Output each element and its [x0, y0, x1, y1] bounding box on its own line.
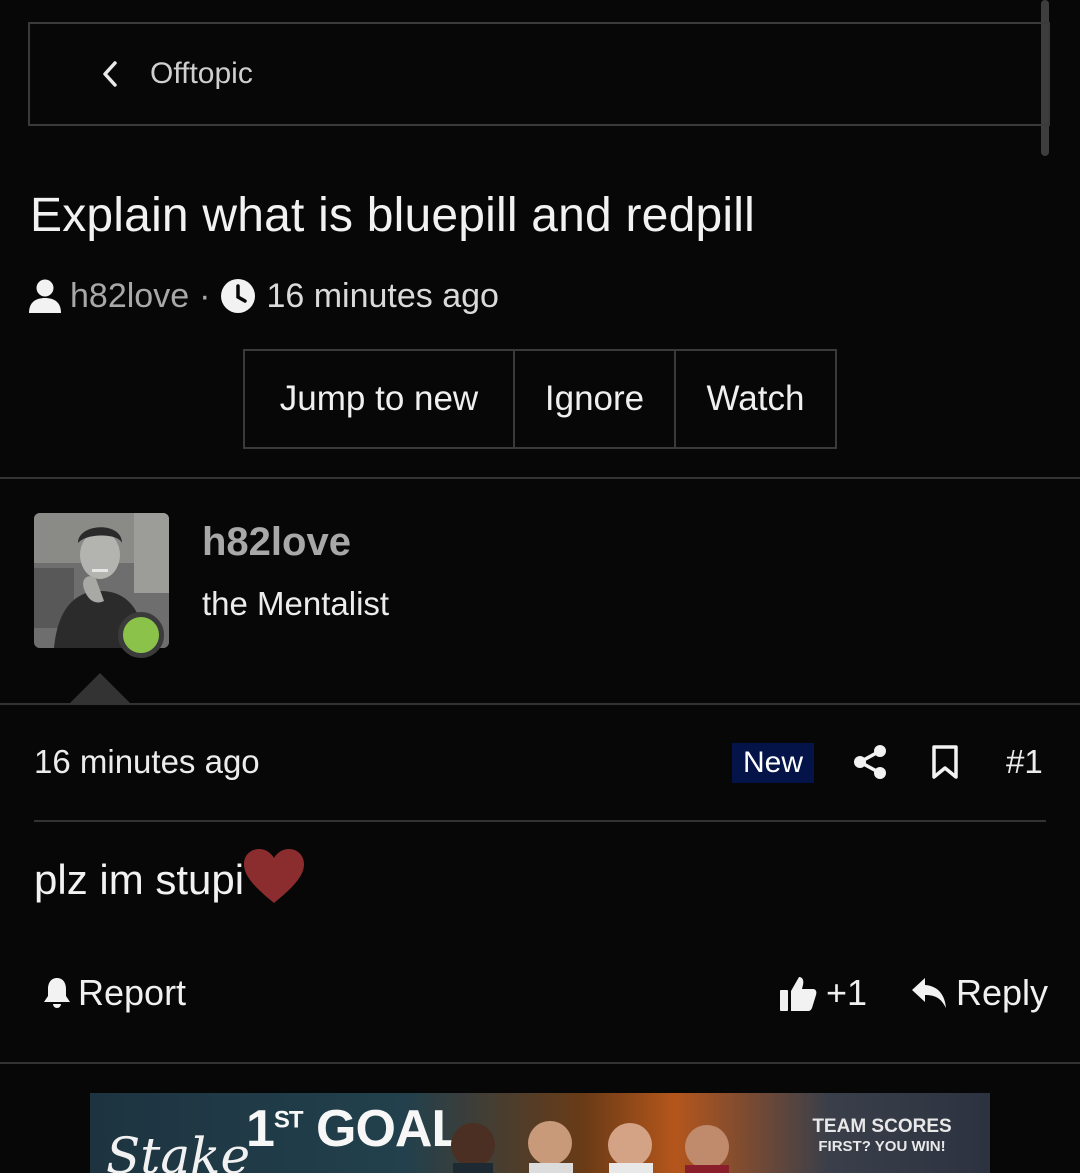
post-author[interactable]: h82love — [202, 520, 351, 565]
divider — [0, 703, 1080, 705]
thread-title: Explain what is bluepill and redpill — [30, 189, 755, 242]
like-button[interactable]: +1 — [778, 972, 867, 1014]
divider — [0, 477, 1080, 479]
divider — [0, 1062, 1080, 1064]
report-button[interactable]: Report — [42, 972, 186, 1014]
reply-icon — [910, 976, 948, 1010]
post-number-link[interactable]: #1 — [1006, 743, 1043, 781]
ad-players-image — [451, 1121, 729, 1173]
thread-meta: h82love · 16 minutes ago — [28, 276, 499, 316]
reply-label: Reply — [956, 972, 1049, 1013]
thumbs-up-icon — [778, 973, 818, 1013]
reply-button[interactable]: Reply — [910, 972, 1048, 1014]
online-status-indicator — [118, 612, 164, 658]
breadcrumb-label[interactable]: Offtopic — [150, 57, 253, 91]
breadcrumb[interactable]: Offtopic — [28, 22, 1050, 126]
new-badge: New — [732, 743, 814, 783]
thread-actions: Jump to new Ignore Watch — [243, 349, 837, 449]
watch-button[interactable]: Watch — [674, 351, 835, 447]
thread-page: Offtopic Explain what is bluepill and re… — [0, 0, 1080, 1173]
jump-to-new-button[interactable]: Jump to new — [245, 351, 513, 447]
ad-tagline: TEAM SCORES FIRST? YOU WIN! — [812, 1116, 952, 1156]
clock-icon — [220, 278, 256, 314]
ignore-button[interactable]: Ignore — [513, 351, 674, 447]
bell-icon — [42, 976, 72, 1010]
meta-separator: · — [199, 276, 211, 315]
like-count: +1 — [826, 972, 868, 1013]
user-icon — [28, 278, 62, 314]
divider — [34, 820, 1046, 822]
bookmark-icon[interactable] — [930, 744, 960, 780]
post-body: plz im stupi — [34, 849, 306, 905]
share-icon[interactable] — [852, 744, 888, 780]
heart-icon — [242, 847, 306, 905]
post-user-title: the Mentalist — [202, 585, 390, 622]
thread-author[interactable]: h82love — [70, 277, 189, 316]
thread-time: 16 minutes ago — [266, 276, 499, 315]
chevron-left-icon[interactable] — [100, 59, 120, 89]
post-time[interactable]: 16 minutes ago — [34, 743, 260, 781]
report-label: Report — [78, 972, 187, 1013]
post-pointer — [68, 673, 132, 705]
ad-brand: Stake — [106, 1127, 251, 1173]
ad-banner[interactable]: Stake 1ST GOAL TEAM SCORES FIRST? YOU WI… — [90, 1093, 990, 1173]
ad-headline: 1ST GOAL — [246, 1100, 463, 1158]
post-body-text: plz im stupi — [34, 856, 245, 903]
